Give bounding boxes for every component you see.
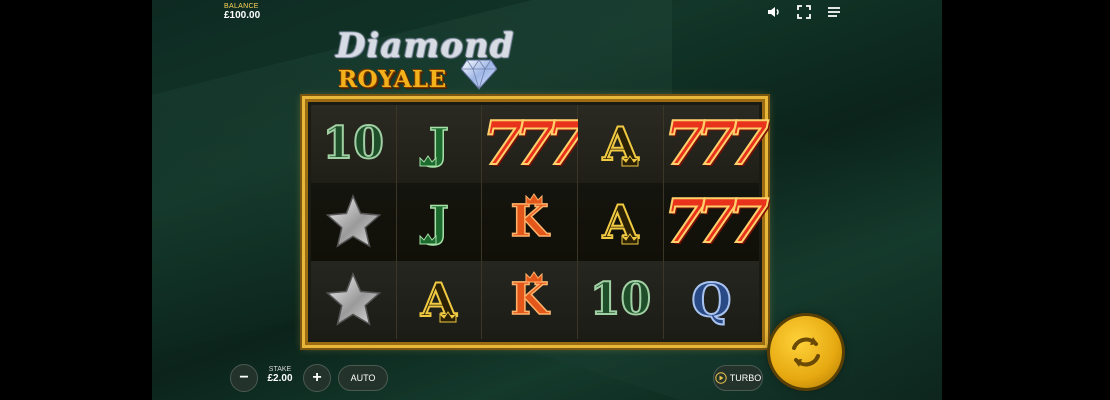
reel-cell <box>311 183 397 261</box>
crown-icon <box>419 233 436 245</box>
symbol-king: K <box>510 274 550 325</box>
reel-grid: 10 J 777 A 777 J K A 777 A K 10 Q <box>311 105 770 339</box>
autoplay-button[interactable]: AUTO <box>338 365 388 391</box>
reel-cell: 10 <box>311 105 397 183</box>
reel-cell: K <box>482 183 579 261</box>
speaker-icon[interactable] <box>766 4 782 20</box>
stake-increase-button[interactable]: + <box>303 364 331 392</box>
symbol-ten: 10 <box>322 118 385 169</box>
reel-cell: 10 <box>578 261 664 339</box>
reel-cell: J <box>396 105 482 183</box>
reel-cell <box>311 261 397 339</box>
menu-icon[interactable] <box>826 4 842 20</box>
right-letterbox <box>942 0 1110 400</box>
left-letterbox <box>0 0 152 400</box>
turbo-play-icon <box>715 372 727 384</box>
silver-star-icon <box>325 194 382 248</box>
crown-icon <box>621 233 639 245</box>
symbol-triple-seven: 777 <box>663 109 770 179</box>
symbol-king: K <box>510 196 550 247</box>
silver-star-icon <box>325 272 382 326</box>
balance-value: £100.00 <box>224 10 261 21</box>
symbol-queen: Q <box>690 273 732 327</box>
symbol-triple-seven: 777 <box>481 109 588 179</box>
reel-cell: 777 <box>663 183 770 261</box>
reel-cell: A <box>578 105 664 183</box>
turbo-label: TURBO <box>729 373 762 383</box>
turbo-button[interactable]: TURBO <box>713 365 763 391</box>
reel-cell: 777 <box>663 105 770 183</box>
reel-cell: Q <box>663 261 759 339</box>
crown-icon <box>621 155 639 167</box>
crown-icon <box>419 155 436 167</box>
balance-display: BALANCE £100.00 <box>224 3 260 21</box>
logo-subtitle: ROYALE <box>338 66 447 93</box>
crown-icon <box>439 311 457 323</box>
crown-icon <box>525 193 543 205</box>
diamond-icon <box>461 59 497 90</box>
stake-value: £2.00 <box>267 373 293 384</box>
reel-cell: A <box>578 183 664 261</box>
symbol-triple-seven: 777 <box>663 187 770 257</box>
reel-cell: 777 <box>481 105 588 183</box>
reel-cell: A <box>396 261 482 339</box>
reel-frame: 10 J 777 A 777 J K A 777 A K 10 Q <box>302 96 770 348</box>
spin-arrows-icon <box>792 337 820 367</box>
spin-button[interactable] <box>770 316 842 388</box>
reel-cell: K <box>482 261 579 339</box>
symbol-ten: 10 <box>589 274 652 325</box>
stake-label: STAKE <box>268 366 292 373</box>
balance-label: BALANCE <box>224 3 259 10</box>
reel-cell: J <box>396 183 482 261</box>
stake-display: STAKE £2.00 <box>258 366 302 384</box>
crown-icon <box>525 271 543 283</box>
fullscreen-icon[interactable] <box>796 4 812 20</box>
top-toolbar <box>766 4 842 20</box>
game-logo: Diamond ROYALE <box>332 26 532 96</box>
stake-decrease-button[interactable]: − <box>230 364 258 392</box>
